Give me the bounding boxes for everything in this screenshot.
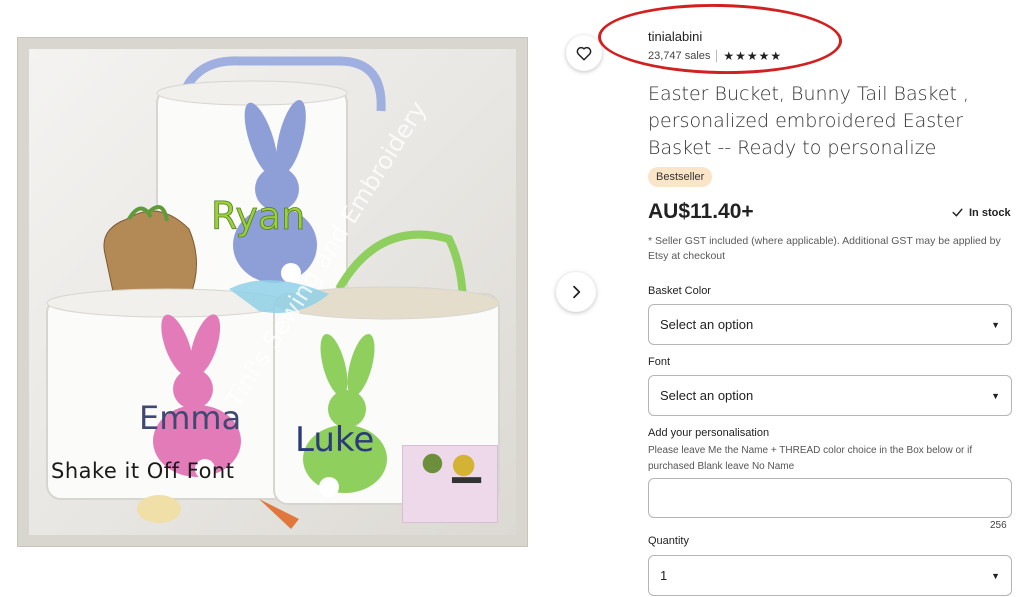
basket-color-label: Basket Color [648, 285, 711, 297]
quantity-label: Quantity [648, 535, 689, 547]
price: AU$11.40+ [648, 200, 754, 223]
star-rating[interactable]: ★★★★★ [723, 49, 782, 63]
product-image-frame: Ryan Emma Luke Tini's Sewing and Embroid… [17, 37, 528, 547]
check-icon [952, 208, 963, 217]
next-image-button[interactable] [556, 272, 596, 312]
sales-count: 23,747 sales [648, 50, 711, 62]
name-emma: Emma [139, 399, 241, 437]
name-ryan: Ryan [211, 194, 305, 238]
caret-down-icon: ▼ [991, 570, 1000, 581]
font-select[interactable]: Select an option ▼ [648, 375, 1012, 416]
character-counter: 256 [990, 520, 1007, 531]
caret-down-icon: ▼ [991, 319, 1000, 330]
basket-color-value: Select an option [660, 317, 754, 332]
font-label: Font [648, 356, 671, 368]
quantity-value: 1 [660, 568, 668, 583]
divider [716, 50, 718, 62]
font-value: Select an option [660, 388, 754, 403]
personalisation-help: Please leave Me the Name + THREAD color … [648, 445, 973, 472]
egg [137, 495, 181, 523]
name-luke: Luke [295, 420, 374, 460]
personalisation-input[interactable] [648, 478, 1012, 518]
shop-logo-stamp [402, 445, 498, 523]
font-caption: Shake it Off Font [51, 459, 235, 483]
bestseller-badge: Bestseller [648, 167, 713, 187]
caret-down-icon: ▼ [991, 390, 1000, 401]
stock-status: In stock [951, 206, 1011, 219]
heart-icon [576, 46, 592, 61]
shop-name-link[interactable]: tinialabini [648, 29, 702, 44]
shop-meta: 23,747 sales ★★★★★ [648, 49, 782, 63]
gst-note: * Seller GST included (where applicable)… [648, 235, 1001, 262]
chevron-right-icon [573, 285, 581, 299]
stock-label: In stock [969, 206, 1011, 219]
product-image[interactable]: Ryan Emma Luke Tini's Sewing and Embroid… [29, 49, 516, 535]
listing-title: Easter Bucket, Bunny Tail Basket , perso… [648, 83, 970, 159]
favorite-button[interactable] [566, 35, 602, 71]
personalisation-label: Add your personalisation [648, 427, 770, 439]
basket-color-select[interactable]: Select an option ▼ [648, 304, 1012, 345]
quantity-select[interactable]: 1 ▼ [648, 555, 1012, 596]
red-annotation-circle [597, 1, 843, 77]
